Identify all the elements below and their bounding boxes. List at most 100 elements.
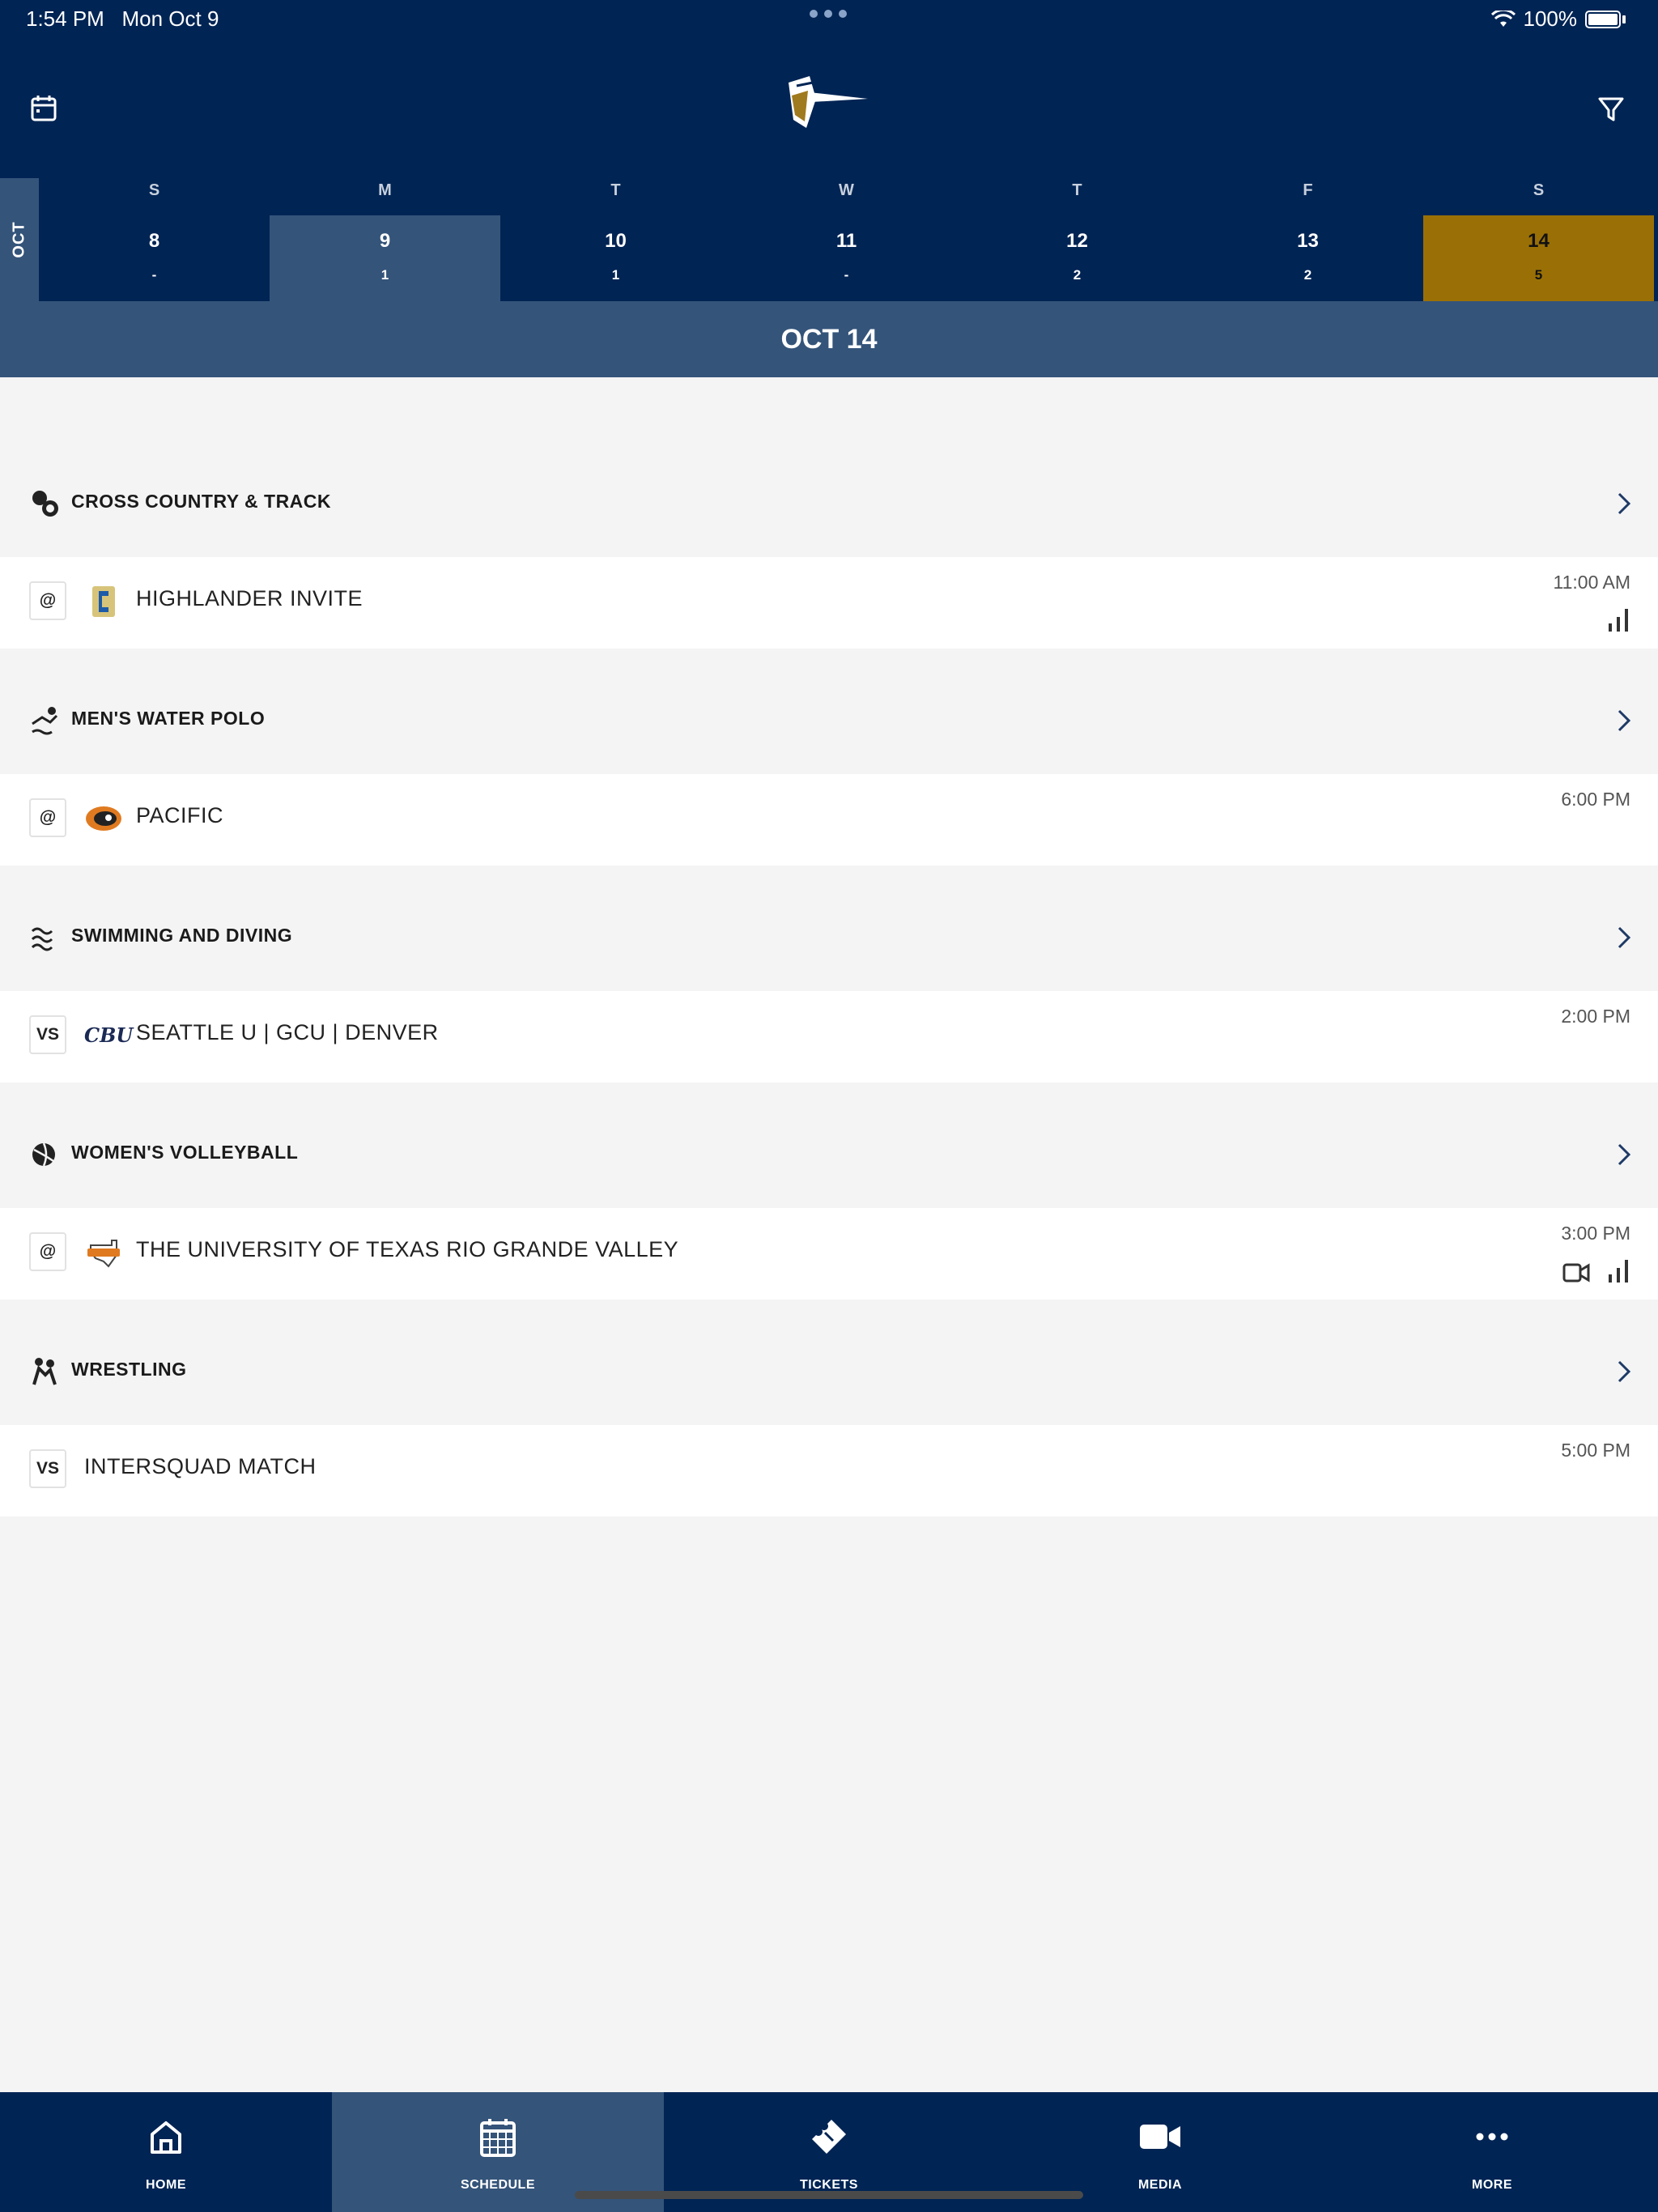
event-time: 3:00 PM bbox=[1561, 1223, 1630, 1244]
wifi-icon bbox=[1490, 10, 1516, 27]
utrgv-logo bbox=[87, 1240, 120, 1268]
day-event-count: 5 bbox=[1534, 267, 1543, 283]
opponent-name: INTERSQUAD MATCH bbox=[84, 1454, 317, 1478]
filter-icon[interactable] bbox=[1593, 91, 1629, 126]
day-cell[interactable]: S 14 5 bbox=[1423, 178, 1654, 301]
day-cell[interactable]: F 13 2 bbox=[1192, 178, 1423, 301]
day-event-count: 1 bbox=[611, 267, 620, 283]
day-number: 8 bbox=[148, 230, 160, 252]
day-cell[interactable]: T 12 2 bbox=[962, 178, 1192, 301]
day-number: 14 bbox=[1528, 230, 1550, 252]
tab-home-label: HOME bbox=[146, 2178, 186, 2192]
status-time: 1:54 PM Mon Oct 9 bbox=[26, 6, 219, 32]
event-row[interactable]: VS INTERSQUAD MATCH 5:00 PM bbox=[0, 1425, 1658, 1516]
location-badge: VS bbox=[29, 1449, 66, 1488]
app-header: 1:54 PM Mon Oct 9 100% OCT S 8- M 9 1 T 10 1 W 11… bbox=[0, 0, 1658, 301]
sport-header[interactable]: SWIMMING AND DIVING bbox=[0, 897, 1658, 978]
opponent-name: SEATTLE U | GCU | DENVER bbox=[136, 1020, 439, 1044]
stats-bars-icon[interactable] bbox=[1606, 1258, 1632, 1284]
selected-date-bar: OCT 14 bbox=[0, 301, 1658, 377]
video-camera-icon bbox=[1140, 2125, 1180, 2149]
sport-header[interactable]: WOMEN'S VOLLEYBALL bbox=[0, 1114, 1658, 1195]
day-cell[interactable]: T 10 1 bbox=[500, 178, 731, 301]
sport-header[interactable]: WRESTLING bbox=[0, 1331, 1658, 1412]
event-time: 6:00 PM bbox=[1561, 789, 1630, 810]
location-badge: @ bbox=[29, 1232, 66, 1271]
sport-name: WRESTLING bbox=[71, 1359, 187, 1380]
chevron-right-icon[interactable] bbox=[1614, 1357, 1634, 1386]
day-number: 9 bbox=[379, 230, 391, 252]
wrestling-icon bbox=[32, 1358, 57, 1385]
sport-name: MEN'S WATER POLO bbox=[71, 708, 266, 729]
home-icon bbox=[151, 2121, 181, 2154]
day-event-count: 1 bbox=[380, 267, 389, 283]
day-event-count: - bbox=[151, 267, 157, 283]
tab-home[interactable]: HOME bbox=[0, 2092, 332, 2212]
day-cell[interactable]: S8- bbox=[39, 178, 270, 301]
day-letter: W bbox=[839, 181, 854, 199]
day-box[interactable]: 10 1 bbox=[500, 215, 731, 301]
day-event-count: 2 bbox=[1073, 267, 1082, 283]
calendar-icon bbox=[480, 2119, 516, 2157]
day-box[interactable]: 11 - bbox=[731, 215, 962, 301]
event-time: 11:00 AM bbox=[1553, 572, 1630, 593]
event-actions bbox=[1606, 607, 1632, 633]
day-cell[interactable]: M91 bbox=[270, 178, 500, 301]
multitasking-dots[interactable] bbox=[810, 10, 847, 18]
day-box[interactable]: 8- bbox=[39, 215, 270, 301]
day-cell[interactable]: W 11 - bbox=[731, 178, 962, 301]
day-box[interactable]: 91 bbox=[270, 215, 500, 301]
month-label: OCT bbox=[0, 178, 39, 301]
volleyball-icon bbox=[32, 1142, 55, 1167]
day-event-count: 2 bbox=[1303, 267, 1312, 283]
event-actions bbox=[1562, 1258, 1632, 1284]
day-number: 12 bbox=[1066, 230, 1088, 252]
event-row[interactable]: @ PACIFIC 6:00 PM bbox=[0, 774, 1658, 866]
opponent-name: PACIFIC bbox=[136, 803, 224, 827]
chevron-right-icon[interactable] bbox=[1614, 923, 1634, 952]
tab-more[interactable]: MORE bbox=[1326, 2092, 1658, 2212]
day-box[interactable]: 12 2 bbox=[962, 215, 1192, 301]
cross-country-icon bbox=[32, 491, 58, 517]
month-text: OCT bbox=[10, 221, 28, 258]
sport-header[interactable]: CROSS COUNTRY & TRACK bbox=[0, 463, 1658, 544]
location-badge: @ bbox=[29, 798, 66, 837]
day-letter: S bbox=[1533, 181, 1545, 199]
day-number: 13 bbox=[1297, 230, 1319, 252]
status-bar: 1:54 PM Mon Oct 9 100% bbox=[0, 0, 1658, 39]
day-letter: M bbox=[378, 181, 392, 199]
chevron-right-icon[interactable] bbox=[1614, 489, 1634, 518]
sport-name: WOMEN'S VOLLEYBALL bbox=[71, 1142, 299, 1163]
home-indicator[interactable] bbox=[575, 2191, 1083, 2199]
day-letter: S bbox=[148, 181, 160, 199]
chevron-right-icon[interactable] bbox=[1614, 706, 1634, 735]
lancer-logo bbox=[789, 76, 868, 128]
day-letter: F bbox=[1303, 181, 1313, 199]
water-polo-icon bbox=[32, 707, 58, 735]
day-box[interactable]: 14 5 bbox=[1423, 215, 1654, 301]
day-event-count: - bbox=[844, 267, 849, 283]
calendar-icon[interactable] bbox=[26, 91, 62, 126]
day-letter: T bbox=[1072, 181, 1082, 199]
day-box[interactable]: 13 2 bbox=[1192, 215, 1423, 301]
status-indicators: 100% bbox=[1490, 6, 1626, 32]
day-number: 10 bbox=[605, 230, 627, 252]
opponent-name: HIGHLANDER INVITE bbox=[136, 586, 363, 610]
swimming-icon bbox=[31, 927, 53, 951]
status-clock: 1:54 PM bbox=[26, 6, 104, 31]
event-time: 5:00 PM bbox=[1561, 1440, 1630, 1461]
event-row[interactable]: @ HIGHLANDER INVITE 11:00 AM bbox=[0, 557, 1658, 649]
day-number: 11 bbox=[835, 230, 857, 252]
chevron-right-icon[interactable] bbox=[1614, 1140, 1634, 1169]
stats-bars-icon[interactable] bbox=[1606, 607, 1632, 633]
sport-name: SWIMMING AND DIVING bbox=[71, 925, 293, 946]
event-row[interactable]: VS CBU SEATTLE U | GCU | DENVER 2:00 PM bbox=[0, 991, 1658, 1083]
location-badge: VS bbox=[29, 1015, 66, 1054]
location-badge: @ bbox=[29, 581, 66, 620]
video-camera-icon[interactable] bbox=[1562, 1261, 1590, 1284]
status-date: Mon Oct 9 bbox=[121, 6, 219, 31]
sport-header[interactable]: MEN'S WATER POLO bbox=[0, 680, 1658, 761]
week-strip: OCT S 8- M 9 1 T 10 1 W 11- T 12 2 F 13 2 S 14 5 bbox=[0, 178, 1658, 301]
battery-percent: 100% bbox=[1523, 6, 1578, 31]
event-row[interactable]: @ THE UNIVERSITY OF TEXAS RIO GRANDE VALL… bbox=[0, 1208, 1658, 1300]
